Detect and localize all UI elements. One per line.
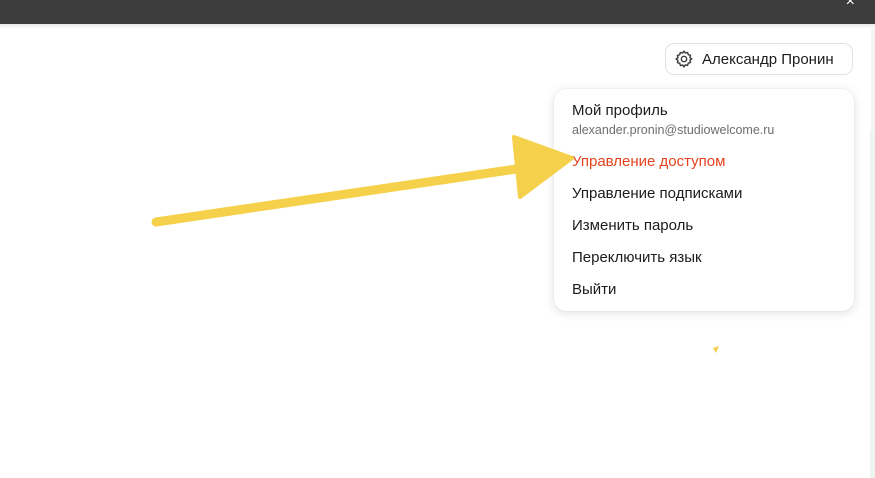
title-bar-shadow <box>0 24 875 29</box>
menu-item-switch-language[interactable]: Переключить язык <box>572 249 702 266</box>
menu-item-logout[interactable]: Выйти <box>572 281 616 298</box>
user-menu-button[interactable]: Александр Пронин <box>665 43 853 75</box>
right-edge-panel-tint <box>870 130 875 478</box>
menu-item-change-password[interactable]: Изменить пароль <box>572 217 693 234</box>
menu-item-my-profile[interactable]: Мой профиль <box>572 102 668 119</box>
user-name: Александр Пронин <box>702 50 834 68</box>
stray-mark <box>713 346 719 353</box>
menu-item-subscription-management[interactable]: Управление подписками <box>572 185 742 202</box>
menu-item-access-management[interactable]: Управление доступом <box>572 153 725 170</box>
gear-icon <box>674 49 694 69</box>
user-dropdown-menu: Мой профиль alexander.pronin@studiowelco… <box>554 89 854 311</box>
window-title-bar: × <box>0 0 875 24</box>
close-icon[interactable]: × <box>846 0 855 10</box>
user-email: alexander.pronin@studiowelcome.ru <box>572 123 775 137</box>
